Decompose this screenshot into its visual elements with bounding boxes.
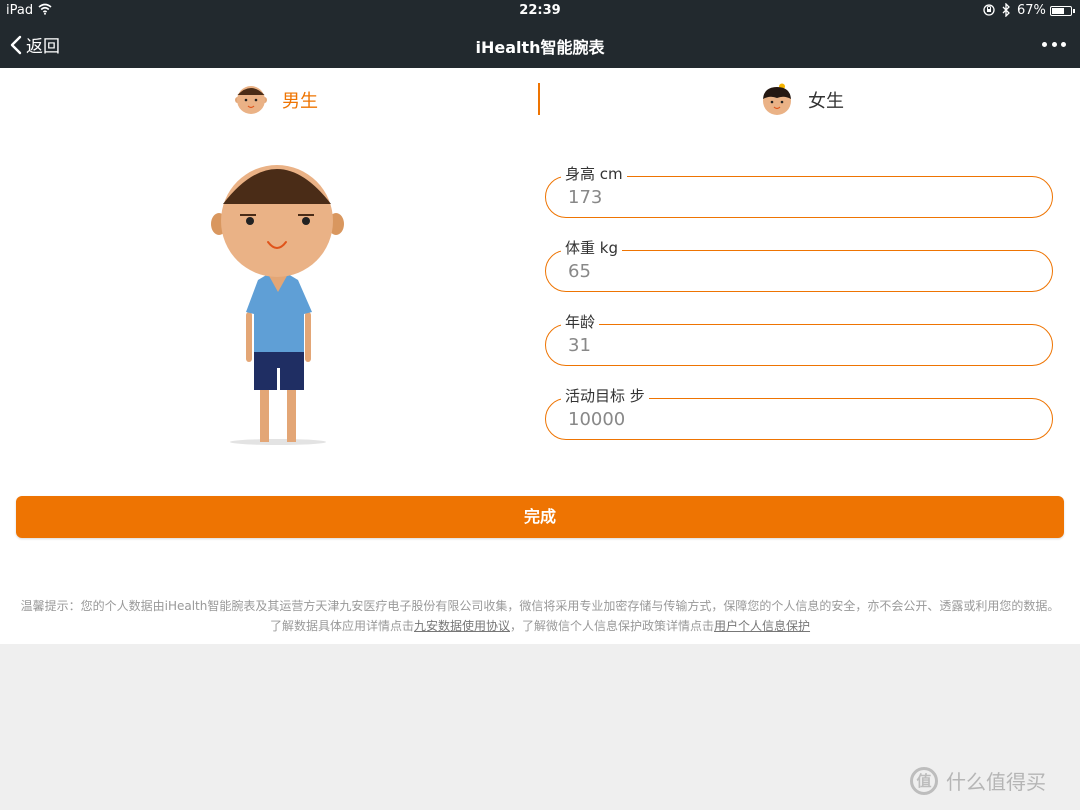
privacy-notice: 温馨提示：您的个人数据由iHealth智能腕表及其运营方天津九安医疗电子股份有限… <box>18 596 1062 636</box>
status-bar: iPad 22:39 67% <box>0 0 1080 22</box>
weight-label: 体重 kg <box>561 238 622 258</box>
weight-field-group: 65 体重 kg <box>545 238 1053 292</box>
tab-divider <box>538 83 540 115</box>
battery-tip <box>1073 9 1075 13</box>
height-label: 身高 cm <box>561 164 627 184</box>
watermark: 值 什么值得买 <box>910 766 1046 795</box>
notice-text-2: ，了解微信个人信息保护政策详情点击 <box>510 619 715 633</box>
age-value: 31 <box>568 335 591 356</box>
rotation-lock-icon <box>983 4 995 16</box>
battery-percentage: 67% <box>1017 3 1046 18</box>
more-dot <box>1051 41 1057 47</box>
boy-avatar-icon <box>235 86 267 114</box>
nav-bar: 返回 iHealth智能腕表 <box>0 22 1080 68</box>
status-time: 22:39 <box>519 3 561 18</box>
battery-fill <box>1052 8 1064 14</box>
tab-male-label: 男生 <box>282 91 318 112</box>
activity-goal-value: 10000 <box>568 409 626 430</box>
girl-avatar-icon <box>763 83 791 115</box>
age-label: 年龄 <box>561 312 600 332</box>
content-panel: 男生 女生 173 身高 cm 65 体重 kg 31 年龄 10000 活动目… <box>0 68 1080 644</box>
boy-figure-illustration <box>211 165 344 445</box>
tab-female-label: 女生 <box>808 91 844 112</box>
battery-icon <box>1050 6 1072 16</box>
tab-female[interactable]: 女生 <box>760 82 844 118</box>
age-input[interactable]: 31 <box>545 324 1053 366</box>
done-button[interactable]: 完成 <box>16 496 1064 538</box>
bluetooth-icon <box>1002 3 1010 17</box>
page-title: iHealth智能腕表 <box>475 38 605 57</box>
activity-goal-label: 活动目标 步 <box>561 386 649 406</box>
height-field-group: 173 身高 cm <box>545 164 1053 218</box>
tab-male[interactable]: 男生 <box>234 82 318 118</box>
height-value: 173 <box>568 187 603 208</box>
more-button[interactable] <box>1042 34 1066 54</box>
watermark-text: 什么值得买 <box>946 770 1046 794</box>
age-field-group: 31 年龄 <box>545 312 1053 366</box>
goal-field-group: 10000 活动目标 步 <box>545 386 1053 440</box>
data-usage-agreement-link[interactable]: 九安数据使用协议 <box>414 619 510 633</box>
watermark-logo-icon: 值 <box>910 766 938 795</box>
more-dot <box>1061 41 1066 47</box>
user-privacy-protection-link[interactable]: 用户个人信息保护 <box>714 619 810 633</box>
more-dot <box>1042 41 1047 47</box>
weight-value: 65 <box>568 261 591 282</box>
